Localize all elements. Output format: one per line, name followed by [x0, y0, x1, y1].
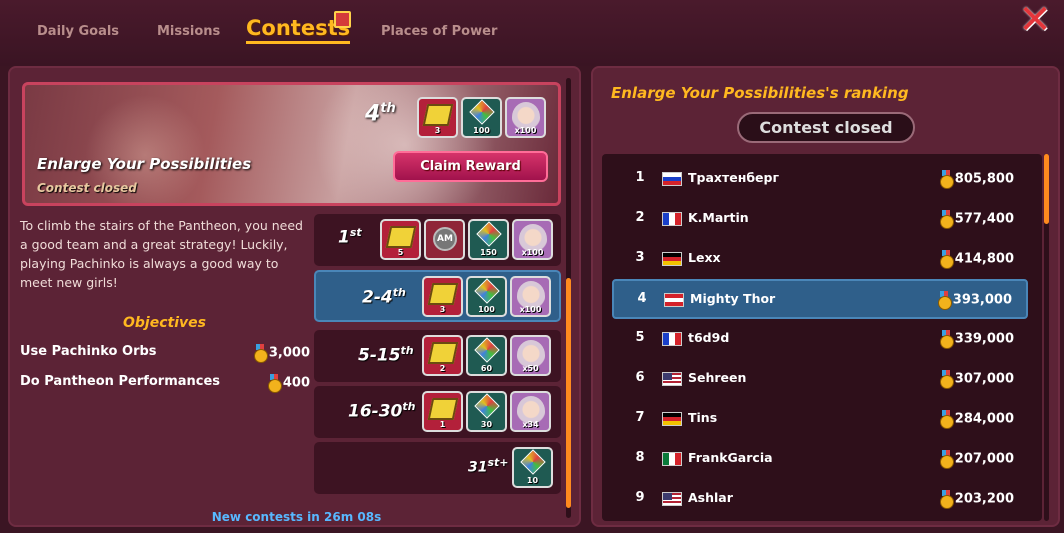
ranking-row[interactable]: 5 t6d9d 339,000 — [612, 320, 1028, 358]
reward-gems: 100 — [461, 97, 502, 138]
reward-tier-5-15: 5-15th 2 60 x50 — [314, 330, 561, 382]
ticket-icon — [427, 398, 459, 420]
tab-missions[interactable]: Missions — [157, 24, 220, 39]
flag-ru-icon — [662, 172, 682, 186]
contest-banner: Enlarge Your Possibilities Contest close… — [22, 82, 561, 206]
reward-tier-16-30: 16-30th 1 30 x34 — [314, 386, 561, 438]
medal-icon — [939, 450, 954, 469]
reward-gems: 100 — [466, 276, 507, 317]
objective-row: Use Pachinko Orbs 3,000 — [20, 344, 310, 363]
reward-am: AM — [424, 219, 465, 260]
reward-tier-1st: 1st 5 AM 150 x100 — [314, 214, 561, 266]
ranking-status: Contest closed — [737, 112, 915, 143]
objectives-title: Objectives — [123, 315, 206, 331]
reward-ticket: 3 — [422, 276, 463, 317]
reward-girl-shards: x34 — [510, 391, 551, 432]
reward-gems: 30 — [466, 391, 507, 432]
reward-girl-shards: x100 — [510, 276, 551, 317]
left-scrollbar[interactable] — [566, 78, 571, 518]
medal-icon — [253, 344, 268, 363]
scroll-thumb[interactable] — [566, 278, 571, 508]
flag-at-icon — [664, 293, 684, 307]
medal-icon — [939, 330, 954, 349]
am-badge-icon: AM — [433, 227, 457, 251]
reward-ticket: 3 — [417, 97, 458, 138]
flag-fr-icon — [662, 332, 682, 346]
contest-title: Enlarge Your Possibilities — [37, 155, 252, 173]
reward-ticket: 1 — [422, 391, 463, 432]
reward-tier-31-plus: 31st+ 10 — [314, 442, 561, 494]
medal-icon — [939, 490, 954, 509]
ranking-list: 1 Трахтенберг 805,800 2 K.Martin 577,400… — [602, 154, 1042, 521]
gem-icon — [474, 393, 500, 419]
flag-de-icon — [662, 252, 682, 266]
ranking-title: Enlarge Your Possibilities's ranking — [611, 84, 909, 102]
ticket-icon — [385, 226, 417, 248]
tab-places-of-power[interactable]: Places of Power — [381, 24, 497, 39]
reward-gems: 60 — [466, 335, 507, 376]
gem-icon — [469, 99, 495, 125]
ranking-row-self[interactable]: 4 Mighty Thor 393,000 — [612, 279, 1028, 319]
ranking-panel: Enlarge Your Possibilities's ranking Con… — [591, 66, 1060, 527]
objective-row: Do Pantheon Performances 400 — [20, 374, 310, 393]
reward-girl-shards: x100 — [505, 97, 546, 138]
ranking-row[interactable]: 3 Lexx 414,800 — [612, 240, 1028, 278]
ranking-row[interactable]: 1 Трахтенберг 805,800 — [612, 160, 1028, 198]
gem-icon — [520, 449, 546, 475]
right-scrollbar[interactable] — [1044, 154, 1049, 521]
ranking-row[interactable]: 6 Sehreen 307,000 — [612, 360, 1028, 398]
gem-icon — [476, 221, 502, 247]
medal-icon — [937, 291, 952, 310]
ranking-row[interactable]: 8 FrankGarcia 207,000 — [612, 440, 1028, 478]
contest-description: To climb the stairs of the Pantheon, you… — [20, 218, 303, 290]
reward-ticket: 5 — [380, 219, 421, 260]
contest-panel: Enlarge Your Possibilities Contest close… — [8, 66, 581, 527]
ranking-row[interactable]: 7 Tins 284,000 — [612, 400, 1028, 438]
new-contest-timer: New contests in 26m 08s — [211, 510, 382, 524]
medal-icon — [939, 210, 954, 229]
ranking-row[interactable]: 2 K.Martin 577,400 — [612, 200, 1028, 238]
flag-us-icon — [662, 372, 682, 386]
flag-de-icon — [662, 412, 682, 426]
reward-gems: 10 — [512, 447, 553, 488]
ticket-icon — [422, 104, 454, 126]
tab-daily-goals[interactable]: Daily Goals — [37, 24, 119, 39]
my-rank: 4th — [365, 101, 396, 127]
flag-mx-icon — [662, 452, 682, 466]
scroll-thumb[interactable] — [1044, 154, 1049, 224]
ranking-row[interactable]: 9 Ashlar 203,200 — [612, 480, 1028, 518]
medal-icon — [939, 250, 954, 269]
reward-ticket: 2 — [422, 335, 463, 376]
gem-icon — [474, 337, 500, 363]
reward-girl-shards: x50 — [510, 335, 551, 376]
contest-status: Contest closed — [37, 181, 137, 195]
claim-reward-button[interactable]: Claim Reward — [393, 151, 548, 182]
flag-us-icon — [662, 492, 682, 506]
notification-badge — [334, 11, 351, 28]
reward-gems: 150 — [468, 219, 509, 260]
gem-icon — [474, 278, 500, 304]
medal-icon — [267, 374, 282, 393]
medal-icon — [939, 370, 954, 389]
ticket-icon — [427, 283, 459, 305]
close-icon[interactable]: ✕ — [1018, 0, 1052, 40]
ticket-icon — [427, 342, 459, 364]
flag-fr-icon — [662, 212, 682, 226]
medal-icon — [939, 410, 954, 429]
medal-icon — [939, 170, 954, 189]
reward-girl-shards: x100 — [512, 219, 553, 260]
reward-tier-2-4: 2-4th 3 100 x100 — [314, 270, 561, 322]
